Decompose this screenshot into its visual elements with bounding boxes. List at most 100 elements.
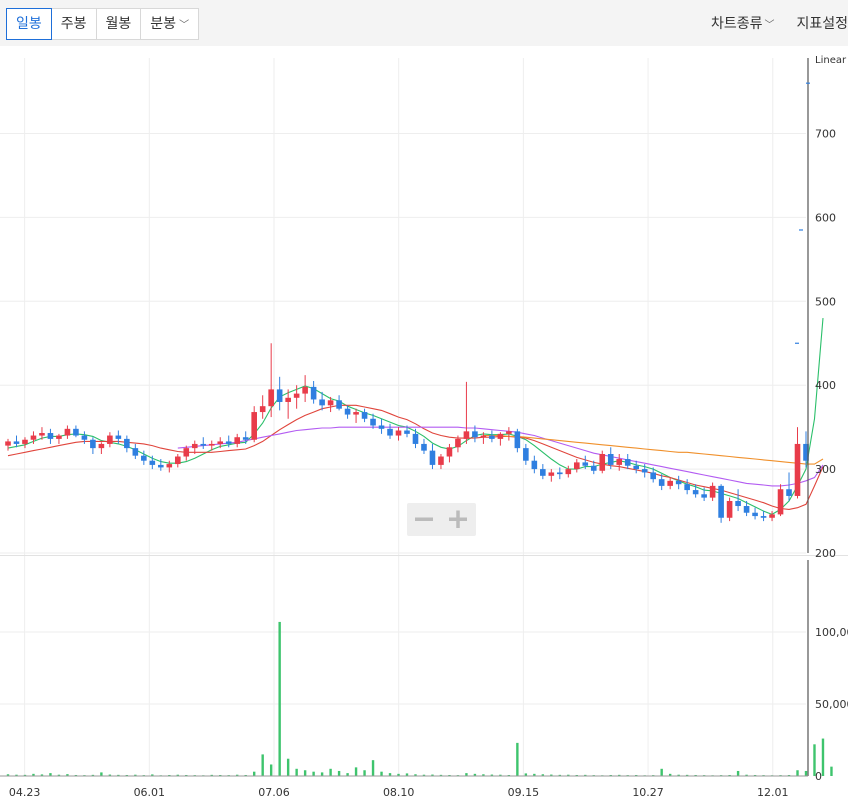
volume-bar (371, 760, 375, 776)
candle-body (183, 448, 190, 457)
candlestick (446, 443, 453, 463)
candle-body (531, 460, 538, 470)
candlestick (259, 395, 266, 419)
volume-bar (380, 771, 383, 776)
price-tick-label: 200 (815, 547, 836, 560)
date-tick-label: 06.01 (134, 786, 166, 799)
candlestick (565, 465, 572, 478)
candle-body (455, 438, 461, 448)
candle-body (225, 441, 232, 444)
candle-body (115, 435, 122, 439)
candle-body (90, 439, 96, 449)
candlestick (47, 428, 54, 444)
volume-bar (804, 770, 808, 776)
candle-body (39, 433, 45, 436)
candle-body (200, 443, 207, 446)
candle-body (565, 469, 572, 475)
candlestick (709, 482, 716, 501)
candlestick (523, 443, 529, 465)
candle-body (582, 462, 589, 466)
volume-bar (830, 766, 833, 776)
candlestick (794, 427, 801, 499)
scale-mode-label[interactable]: Linear (815, 55, 847, 66)
candlestick (489, 430, 495, 443)
candlestick (573, 459, 580, 473)
candle-body (658, 479, 665, 486)
volume-bar (261, 754, 264, 776)
candle-body (701, 494, 707, 498)
candle-body (174, 456, 181, 465)
zoom-in-button[interactable] (442, 505, 473, 534)
candlestick (624, 454, 631, 470)
candle-body (30, 435, 37, 440)
candle-body (472, 431, 478, 438)
volume-bar (363, 770, 366, 776)
candlestick (378, 418, 385, 434)
candle-body (684, 484, 690, 491)
candle-body (395, 430, 402, 436)
candle-body (794, 443, 801, 496)
volume-bar (821, 738, 825, 776)
candle-body (692, 490, 699, 495)
candle-body (191, 443, 198, 449)
candlestick (395, 427, 402, 441)
candlestick (752, 507, 758, 520)
candle-body (743, 506, 750, 513)
volume-bar (329, 768, 332, 776)
candlestick (251, 406, 257, 443)
candlestick (540, 464, 546, 480)
candle-body (718, 485, 724, 518)
candle-body (259, 406, 266, 413)
candle-body (276, 389, 283, 402)
candle-body (361, 412, 368, 419)
candle-body (327, 400, 334, 406)
candlestick (718, 484, 724, 523)
candle-body (548, 472, 555, 476)
price-tick-label: 400 (815, 379, 836, 392)
volume-bar (337, 770, 341, 776)
candlestick (463, 381, 470, 444)
stock-chart[interactable]: Linear 200 300 400 500 600 700 0 50,000, 100,000… (0, 0, 848, 801)
candlestick (633, 460, 640, 474)
candle-body (378, 425, 385, 429)
candlestick (276, 376, 283, 411)
candle-body (107, 435, 113, 444)
candle-body (633, 465, 640, 470)
candlestick (531, 455, 538, 474)
volume-bar (100, 772, 103, 776)
volume-bars (6, 621, 833, 777)
candle-body (73, 428, 79, 436)
candlestick (675, 475, 682, 490)
candle-body (234, 437, 241, 444)
candlesticks (5, 343, 809, 523)
candle-body (463, 431, 470, 439)
candlestick (412, 428, 419, 449)
candle-body (47, 433, 54, 439)
candle-body (624, 459, 631, 466)
candlestick (200, 437, 207, 449)
date-tick-label: 10.27 (632, 786, 664, 799)
volume-bar (736, 770, 740, 776)
candle-body (421, 443, 427, 451)
zoom-control (407, 503, 476, 536)
candlestick (22, 437, 28, 449)
candle-body (412, 433, 419, 444)
candlestick (777, 484, 784, 517)
candle-body (166, 464, 173, 468)
volume-bar (312, 771, 315, 776)
ma-line-short (7, 318, 824, 516)
candle-body (667, 480, 673, 486)
volume-bar (660, 768, 663, 776)
candlestick (438, 454, 444, 470)
volume-bar (796, 770, 799, 776)
candlestick (302, 375, 308, 402)
candle-body (709, 485, 716, 498)
candle-body (650, 472, 656, 480)
candlestick (73, 425, 79, 438)
candlestick (429, 443, 436, 470)
candlestick (735, 489, 741, 512)
candle-body (319, 399, 325, 406)
candle-body (497, 433, 504, 439)
zoom-out-button[interactable] (409, 505, 440, 534)
date-tick-label: 09.15 (508, 786, 540, 799)
